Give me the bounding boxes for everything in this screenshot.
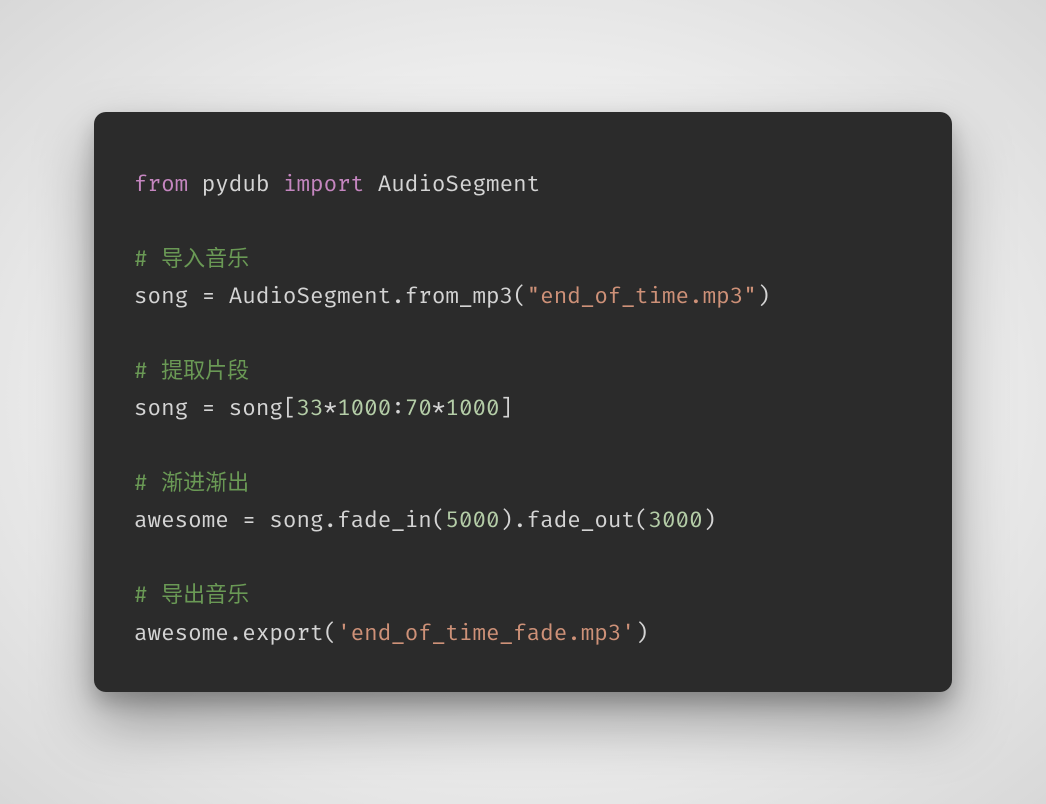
code-text: song = song[ [134,395,296,422]
paren-close: ) [635,620,649,647]
code-text: awesome.export( [134,620,337,647]
module-name: pydub [202,171,270,198]
operator: * [324,395,338,422]
keyword-import: import [283,171,364,198]
class-name: AudioSegment [378,171,540,198]
number-literal: 70 [405,395,432,422]
number-literal: 5000 [445,507,499,534]
code-block: from pydub import AudioSegment # 导入音乐 so… [134,166,912,652]
string-literal: 'end_of_time_fade.mp3' [337,620,635,647]
number-literal: 1000 [337,395,391,422]
colon: : [391,395,405,422]
keyword-from: from [134,171,188,198]
paren-close: ) [757,283,771,310]
number-literal: 1000 [445,395,499,422]
code-text: song = AudioSegment.from_mp3( [134,283,527,310]
paren-close: ) [703,507,717,534]
bracket-close: ] [500,395,514,422]
comment-extract-segment: # 提取片段 [134,358,249,385]
comment-fade: # 渐进渐出 [134,470,249,497]
string-literal: "end_of_time.mp3" [527,283,757,310]
code-card: from pydub import AudioSegment # 导入音乐 so… [94,112,952,692]
number-literal: 3000 [648,507,702,534]
comment-export-music: # 导出音乐 [134,582,249,609]
code-text: ).fade_out( [500,507,649,534]
code-text: awesome = song.fade_in( [134,507,445,534]
operator: * [432,395,446,422]
comment-import-music: # 导入音乐 [134,246,249,273]
number-literal: 33 [296,395,323,422]
